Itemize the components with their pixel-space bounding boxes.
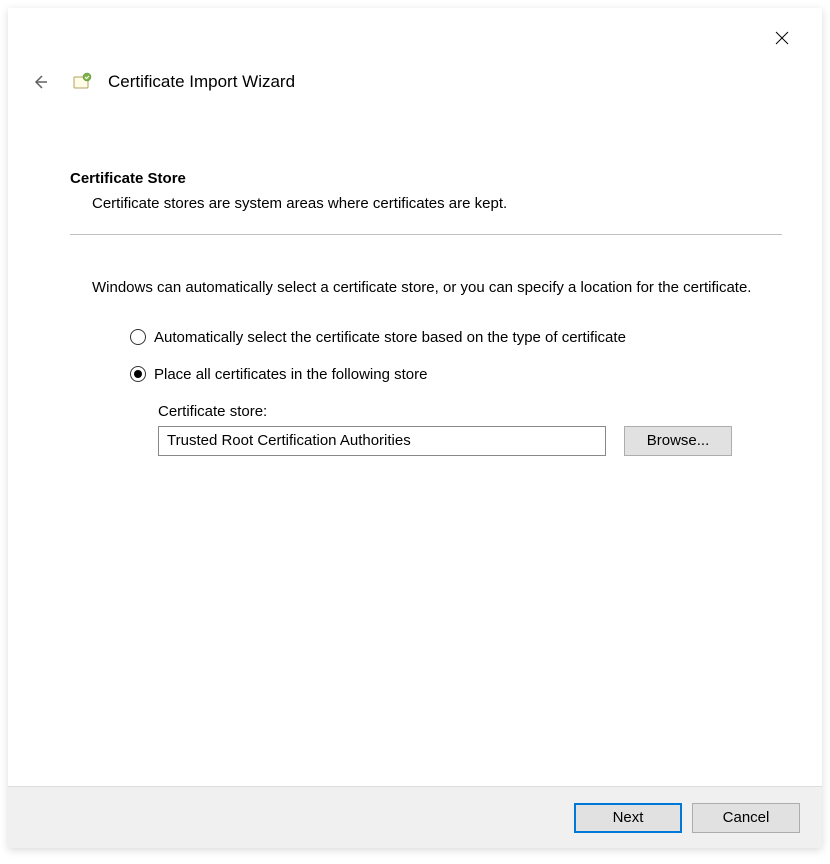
close-icon [775,31,789,45]
wizard-content: Certificate Store Certificate stores are… [70,170,782,456]
wizard-window: Certificate Import Wizard Certificate St… [8,8,822,848]
section-subtitle: Certificate stores are system areas wher… [92,195,782,212]
store-section: Certificate store: Browse... [158,403,782,456]
radio-icon [130,329,146,345]
back-button[interactable] [28,70,52,94]
radio-manual-label: Place all certificates in the following … [154,366,427,383]
store-row: Browse... [158,426,782,456]
radio-auto-label: Automatically select the certificate sto… [154,329,626,346]
wizard-footer: Next Cancel [8,786,822,848]
radio-manual-select[interactable]: Place all certificates in the following … [130,366,782,383]
radio-auto-select[interactable]: Automatically select the certificate sto… [130,329,782,346]
next-button[interactable]: Next [574,803,682,833]
store-label: Certificate store: [158,403,782,420]
radio-icon [130,366,146,382]
section-title: Certificate Store [70,170,782,187]
browse-button[interactable]: Browse... [624,426,732,456]
cancel-button[interactable]: Cancel [692,803,800,833]
wizard-title: Certificate Import Wizard [108,72,295,92]
divider [70,234,782,235]
arrow-left-icon [31,73,49,91]
description-text: Windows can automatically select a certi… [92,277,772,299]
wizard-header: Certificate Import Wizard [28,70,295,94]
radio-group: Automatically select the certificate sto… [130,329,782,383]
close-button[interactable] [770,26,794,50]
certificate-wizard-icon [70,70,94,94]
certificate-store-input[interactable] [158,426,606,456]
